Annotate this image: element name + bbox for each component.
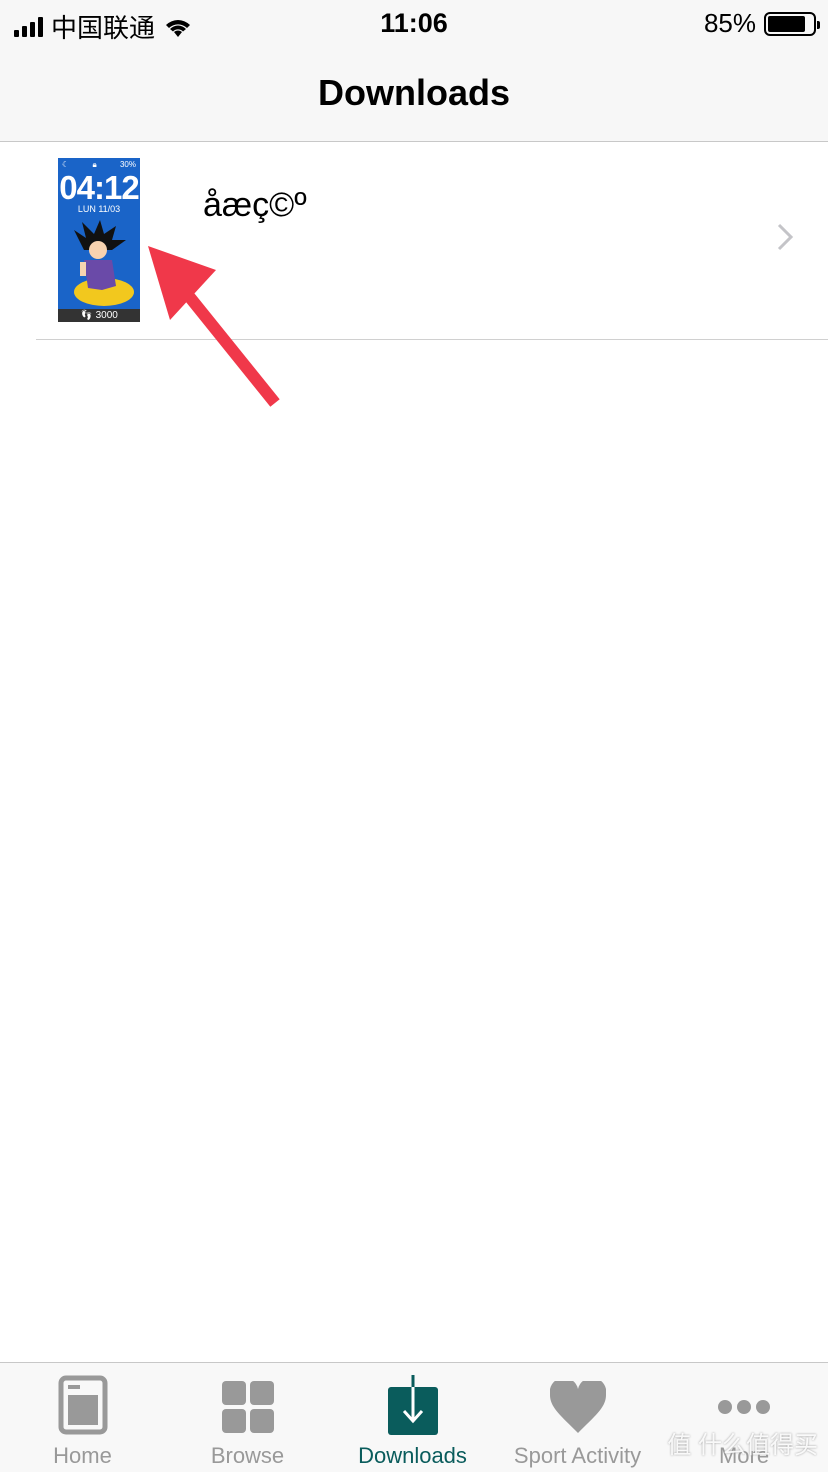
- home-icon: [58, 1375, 107, 1435]
- tab-label: Browse: [210, 1443, 285, 1468]
- tab-label: Home: [53, 1443, 112, 1468]
- annotation-arrow-icon: [148, 246, 280, 407]
- download-title: åæç©º: [203, 186, 307, 224]
- battery-percent: 85%: [703, 8, 756, 38]
- thumb-clock: 04:12: [59, 169, 139, 206]
- download-item[interactable]: ☾ 🔒︎ 30% 04:12 LUN 11/03 👣︎ 3000 åæç©º: [0, 142, 828, 340]
- status-bar: 中国联通 11:06 85%: [0, 0, 828, 46]
- download-icon: [387, 1375, 438, 1435]
- page-title: Downloads: [0, 46, 828, 142]
- watch-face-thumbnail[interactable]: ☾ 🔒︎ 30% 04:12 LUN 11/03 👣︎ 3000: [58, 158, 140, 322]
- watermark: 值 什么值得买: [667, 1432, 818, 1459]
- tab-label: Downloads: [358, 1443, 467, 1468]
- tab-sport-activity[interactable]: Sport Activity: [495, 1363, 660, 1473]
- character-artwork: [74, 220, 134, 306]
- grid-icon: [221, 1381, 274, 1433]
- battery-icon: [764, 11, 820, 36]
- tab-bar: Home Browse Downloads Sport Activity Mor…: [0, 1362, 828, 1472]
- tab-browse[interactable]: Browse: [165, 1363, 330, 1473]
- tab-downloads[interactable]: Downloads: [330, 1363, 495, 1473]
- thumb-steps: 👣︎ 3000: [58, 309, 140, 322]
- more-icon: [718, 1400, 770, 1414]
- heart-icon: [549, 1381, 606, 1433]
- chevron-right-icon[interactable]: [776, 222, 794, 252]
- tab-label: Sport Activity: [513, 1443, 642, 1468]
- tab-home[interactable]: Home: [0, 1363, 165, 1473]
